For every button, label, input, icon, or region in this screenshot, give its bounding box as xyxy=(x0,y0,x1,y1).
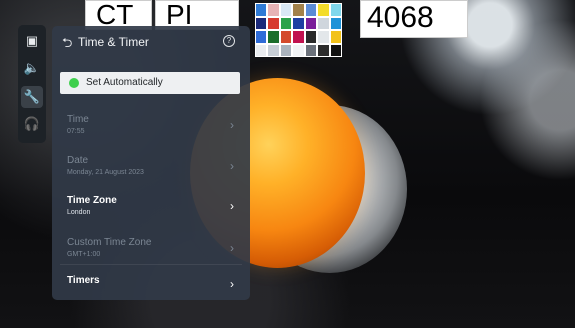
palette-swatch xyxy=(256,17,267,29)
top-card-2-text: PI xyxy=(166,0,193,30)
palette-swatch xyxy=(318,4,329,16)
set-automatically-toggle[interactable]: Set Automatically xyxy=(60,72,240,94)
sidebar-item-picture[interactable]: ▣ xyxy=(21,30,43,52)
time-value: 07:55 xyxy=(67,128,85,135)
chevron-right-icon: › xyxy=(230,118,234,132)
palette-swatch xyxy=(330,44,341,56)
panel-title: Time & Timer xyxy=(78,35,149,49)
panel-header: ⮌ Time & Timer ? xyxy=(52,26,250,56)
wrench-icon: 🔧 xyxy=(23,89,41,104)
sidebar-item-general[interactable]: 🔧 xyxy=(21,86,43,108)
chevron-right-icon: › xyxy=(230,199,234,213)
chevron-right-icon: › xyxy=(230,159,234,173)
color-palette xyxy=(255,3,342,57)
palette-swatch xyxy=(293,4,304,16)
date-label: Date xyxy=(67,155,89,166)
palette-swatch xyxy=(268,17,279,29)
palette-swatch xyxy=(280,44,292,56)
time-zone-row[interactable]: Time Zone London › xyxy=(60,193,242,225)
sidebar-item-sound[interactable]: 🔈 xyxy=(21,57,43,79)
time-label: Time xyxy=(67,114,89,125)
palette-swatch xyxy=(318,44,329,56)
date-value: Monday, 21 August 2023 xyxy=(67,169,144,176)
back-icon[interactable]: ⮌ xyxy=(62,34,72,56)
palette-swatch xyxy=(256,4,267,16)
set-automatically-label: Set Automatically xyxy=(86,77,163,88)
palette-swatch xyxy=(318,17,329,29)
toggle-on-indicator xyxy=(69,78,79,88)
palette-swatch xyxy=(305,31,317,43)
palette-swatch xyxy=(305,17,317,29)
palette-swatch xyxy=(293,31,304,43)
palette-swatch xyxy=(293,17,304,29)
headset-icon: 🎧 xyxy=(23,116,41,131)
picture-icon: ▣ xyxy=(25,33,39,48)
time-zone-label: Time Zone xyxy=(67,195,117,206)
palette-swatch xyxy=(256,31,267,43)
palette-swatch xyxy=(330,31,341,43)
timers-row[interactable]: Timers › xyxy=(60,271,242,303)
settings-sidebar: ▣ 🔈 🔧 🎧 xyxy=(18,25,46,143)
sidebar-item-support[interactable]: 🎧 xyxy=(21,113,43,135)
palette-swatch xyxy=(256,44,267,56)
timers-label: Timers xyxy=(67,275,100,286)
palette-swatch xyxy=(330,17,341,29)
palette-swatch xyxy=(280,31,292,43)
sound-icon: 🔈 xyxy=(23,60,41,75)
top-card-3-text: 4068 xyxy=(367,1,434,34)
palette-swatch xyxy=(305,44,317,56)
palette-swatch xyxy=(305,4,317,16)
palette-swatch xyxy=(268,44,279,56)
custom-time-zone-value: GMT+1:00 xyxy=(67,251,101,258)
palette-swatch xyxy=(280,17,292,29)
time-timer-panel: ⮌ Time & Timer ? Set Automatically Time … xyxy=(52,26,250,300)
palette-swatch xyxy=(293,44,304,56)
palette-swatch xyxy=(318,31,329,43)
top-card-3: 4068 xyxy=(360,0,468,38)
palette-swatch xyxy=(268,31,279,43)
chevron-right-icon: › xyxy=(230,241,234,255)
palette-swatch xyxy=(268,4,279,16)
custom-time-zone-label: Custom Time Zone xyxy=(67,237,152,248)
palette-swatch xyxy=(280,4,292,16)
top-card-1-text: CT xyxy=(96,0,134,30)
custom-time-zone-row[interactable]: Custom Time Zone GMT+1:00 › xyxy=(60,235,242,267)
date-row[interactable]: Date Monday, 21 August 2023 › xyxy=(60,153,242,185)
time-row[interactable]: Time 07:55 › xyxy=(60,112,242,144)
divider xyxy=(60,264,242,265)
palette-swatch xyxy=(330,4,341,16)
time-zone-value: London xyxy=(67,209,91,216)
chevron-right-icon: › xyxy=(230,277,234,291)
help-icon[interactable]: ? xyxy=(223,35,235,47)
